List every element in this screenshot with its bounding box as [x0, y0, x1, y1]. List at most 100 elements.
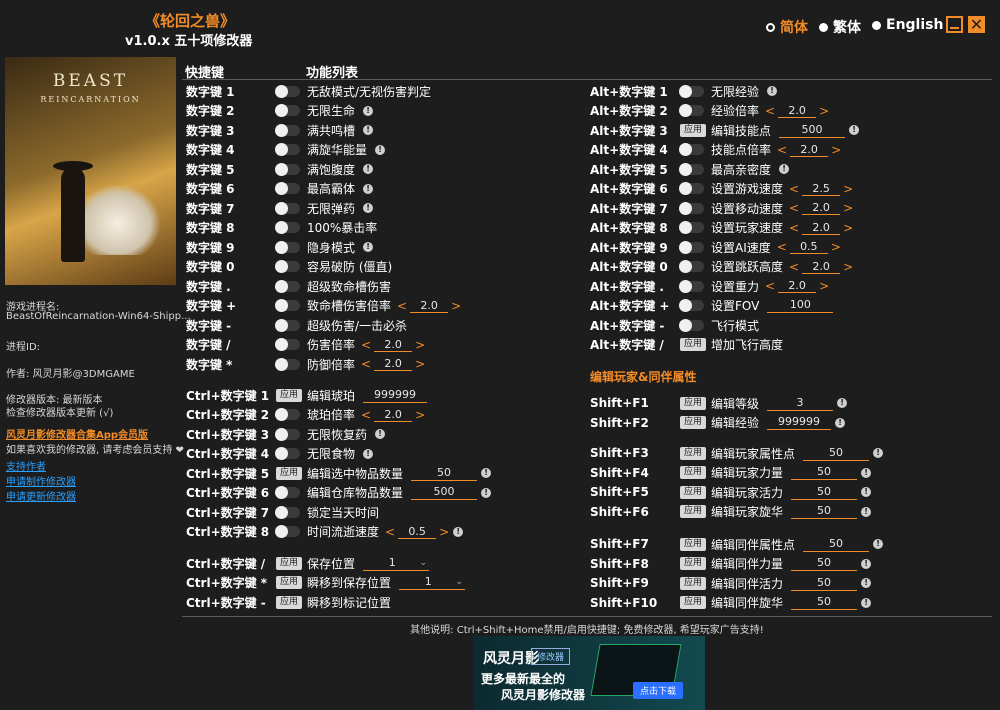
ad-banner[interactable]: 风灵月影 修改器 更多最新最全的 风灵月影修改器 点击下载	[473, 636, 705, 710]
info-icon[interactable]: !	[363, 125, 374, 135]
toggle-switch[interactable]	[275, 182, 300, 195]
stepper-value[interactable]: 2.0	[778, 279, 817, 293]
increase-icon[interactable]: >	[819, 104, 829, 118]
apply-button[interactable]: 应用	[680, 505, 707, 518]
increase-icon[interactable]: >	[415, 408, 425, 422]
apply-button[interactable]: 应用	[680, 446, 707, 460]
increase-icon[interactable]: >	[831, 143, 841, 157]
decrease-icon[interactable]: <	[777, 143, 787, 157]
info-icon[interactable]: !	[375, 429, 386, 439]
decrease-icon[interactable]: <	[789, 182, 799, 196]
info-icon[interactable]: !	[481, 487, 492, 498]
decrease-icon[interactable]: <	[789, 201, 799, 215]
info-icon[interactable]: !	[453, 526, 464, 537]
stepper-value[interactable]: 2.0	[410, 299, 449, 313]
info-icon[interactable]: !	[861, 506, 872, 517]
value-field[interactable]: 50	[791, 485, 858, 500]
toggle-switch[interactable]	[275, 260, 300, 273]
toggle-switch[interactable]	[679, 318, 704, 332]
ad-download-button[interactable]: 点击下载	[633, 682, 684, 699]
toggle-switch[interactable]	[679, 221, 704, 234]
stepper-value[interactable]: 2.0	[374, 408, 413, 422]
apply-button[interactable]: 应用	[680, 338, 707, 351]
toggle-switch[interactable]	[679, 201, 704, 215]
vip-link[interactable]: 风灵月影修改器合集App会员版	[6, 426, 148, 441]
lang-simplified[interactable]: 简体	[766, 17, 808, 37]
info-icon[interactable]: !	[767, 86, 778, 96]
toggle-switch[interactable]	[275, 525, 300, 538]
apply-button[interactable]: 应用	[680, 557, 707, 570]
increase-icon[interactable]: >	[843, 221, 853, 235]
stepper-value[interactable]: 2.0	[374, 338, 413, 352]
apply-button[interactable]: 应用	[276, 556, 303, 570]
value-field[interactable]: 50	[791, 465, 858, 480]
toggle-switch[interactable]	[275, 318, 300, 332]
info-icon[interactable]: !	[363, 105, 374, 116]
toggle-switch[interactable]	[679, 279, 704, 293]
value-field[interactable]: 100	[767, 298, 834, 313]
toggle-switch[interactable]	[679, 299, 704, 312]
check-update-link[interactable]: 检查修改器版本更新 (√)	[6, 404, 113, 419]
apply-button[interactable]: 应用	[680, 416, 707, 429]
info-icon[interactable]: !	[363, 203, 374, 213]
value-field[interactable]: 3	[767, 396, 834, 411]
toggle-switch[interactable]	[275, 486, 300, 499]
apply-button[interactable]: 应用	[276, 595, 303, 609]
toggle-switch[interactable]	[275, 447, 300, 460]
stepper-value[interactable]: 2.0	[374, 357, 413, 371]
toggle-switch[interactable]	[679, 104, 704, 117]
info-icon[interactable]: !	[861, 487, 872, 497]
request-make-link[interactable]: 申请制作修改器	[6, 473, 76, 488]
info-icon[interactable]: !	[779, 164, 790, 174]
toggle-switch[interactable]	[275, 201, 300, 215]
toggle-switch[interactable]	[275, 279, 300, 293]
value-field[interactable]: 50	[791, 595, 858, 610]
value-stepper[interactable]: <2.0 >	[361, 338, 425, 352]
stepper-value[interactable]: 2.0	[790, 143, 829, 157]
toggle-switch[interactable]	[275, 427, 300, 441]
decrease-icon[interactable]: <	[361, 338, 371, 352]
toggle-switch[interactable]	[275, 143, 300, 156]
value-stepper[interactable]: <2.0 >	[765, 279, 829, 293]
value-stepper[interactable]: <2.0 >	[789, 221, 853, 235]
support-author-link[interactable]: 支持作者	[6, 458, 46, 473]
info-icon[interactable]: !	[363, 448, 374, 459]
lang-traditional[interactable]: 繁体	[819, 17, 861, 37]
decrease-icon[interactable]: <	[397, 299, 407, 313]
toggle-switch[interactable]	[679, 143, 704, 156]
toggle-switch[interactable]	[275, 240, 300, 254]
toggle-switch[interactable]	[275, 123, 300, 137]
info-icon[interactable]: !	[835, 417, 846, 428]
info-icon[interactable]: !	[363, 242, 374, 252]
toggle-switch[interactable]	[275, 505, 300, 519]
stepper-value[interactable]: 2.5	[802, 182, 841, 196]
value-stepper[interactable]: <2.0 >	[777, 143, 841, 157]
apply-button[interactable]: 应用	[680, 596, 707, 609]
info-icon[interactable]: !	[375, 144, 386, 155]
info-icon[interactable]: !	[849, 125, 860, 135]
increase-icon[interactable]: >	[415, 357, 425, 371]
value-field[interactable]: 50	[791, 504, 858, 519]
toggle-switch[interactable]	[275, 299, 300, 312]
decrease-icon[interactable]: <	[765, 279, 775, 293]
toggle-switch[interactable]	[679, 182, 704, 195]
decrease-icon[interactable]: <	[765, 104, 775, 118]
lang-english[interactable]: English	[872, 17, 943, 33]
value-field[interactable]: 50	[411, 466, 478, 481]
increase-icon[interactable]: >	[819, 279, 829, 293]
value-stepper[interactable]: <2.0 >	[397, 299, 461, 313]
info-icon[interactable]: !	[873, 448, 884, 458]
info-icon[interactable]: !	[861, 578, 872, 588]
increase-icon[interactable]: >	[843, 182, 853, 196]
info-icon[interactable]: !	[861, 597, 872, 608]
value-stepper[interactable]: <0.5 >	[777, 240, 841, 254]
value-stepper[interactable]: <0.5 >	[385, 525, 449, 539]
apply-button[interactable]: 应用	[680, 485, 707, 499]
value-stepper[interactable]: <2.0 >	[361, 357, 425, 371]
value-stepper[interactable]: <2.5 >	[789, 182, 853, 196]
increase-icon[interactable]: >	[439, 525, 449, 539]
toggle-switch[interactable]	[275, 162, 300, 176]
stepper-value[interactable]: 2.0	[802, 221, 841, 235]
decrease-icon[interactable]: <	[789, 221, 799, 235]
value-stepper[interactable]: <2.0 >	[361, 408, 425, 422]
